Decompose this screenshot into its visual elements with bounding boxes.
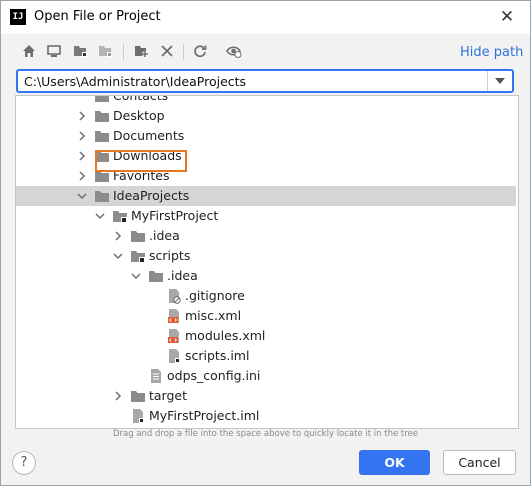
new-folder-icon[interactable] [132, 42, 150, 60]
xml-file-icon [166, 308, 182, 324]
desktop-icon[interactable] [45, 42, 63, 60]
tree-row-label: .idea [149, 228, 180, 243]
help-button[interactable]: ? [12, 451, 36, 475]
open-file-dialog: IJ Open File or Project ✕ Hide path C:\U… [0, 0, 531, 486]
folder-icon [94, 128, 110, 144]
iml-file-icon [166, 348, 182, 364]
project-folder-icon[interactable] [71, 42, 89, 60]
file-tree[interactable]: Contacts Desktop Documents Downloads Favorit… [15, 95, 519, 429]
path-input[interactable]: C:\Users\Administrator\IdeaProjects [24, 74, 246, 89]
toolbar-separator [183, 44, 184, 60]
tree-row[interactable]: Desktop [16, 106, 516, 126]
folder-icon [130, 228, 146, 244]
tree-row-label: scripts [149, 248, 191, 263]
tree-row-label: odps_config.ini [167, 368, 261, 383]
home-icon[interactable] [20, 42, 38, 60]
tree-row-label: Desktop [113, 108, 165, 123]
chevron-down-icon[interactable] [94, 209, 106, 223]
tree-row[interactable]: odps_config.ini [16, 366, 516, 386]
tree-row[interactable]: Favorites [16, 166, 516, 186]
tree-row[interactable]: scripts [16, 246, 516, 266]
tree-row-label: MyFirstProject.iml [149, 408, 260, 423]
tree-row[interactable]: MyFirstProject.iml [16, 406, 516, 426]
iml-file-icon [130, 408, 146, 424]
cancel-button[interactable]: Cancel [443, 450, 516, 475]
dialog-title: Open File or Project [34, 9, 161, 24]
ok-button[interactable]: OK [359, 450, 430, 475]
tree-row-label: modules.xml [185, 328, 266, 343]
tree-row-label: target [149, 388, 188, 403]
delete-icon[interactable] [158, 42, 176, 60]
folder-icon [130, 388, 146, 404]
project-folder-icon [130, 248, 146, 264]
chevron-right-icon[interactable] [76, 169, 88, 183]
tree-row[interactable]: .gitignore [16, 286, 516, 306]
drag-drop-hint: Drag and drop a file into the space abov… [112, 429, 418, 439]
tree-row[interactable]: Downloads [16, 146, 516, 166]
show-hidden-icon[interactable] [225, 42, 243, 60]
tree-row-label: Contacts [113, 95, 169, 103]
gitignore-file-icon [166, 288, 182, 304]
title-bar: IJ Open File or Project ✕ [1, 1, 530, 34]
folder-icon [94, 96, 110, 104]
xml-file-icon [166, 328, 182, 344]
chevron-down-icon[interactable] [487, 71, 512, 91]
tree-row[interactable]: IdeaProjects [16, 186, 516, 206]
tree-row[interactable]: modules.xml [16, 326, 516, 346]
chevron-right-icon[interactable] [112, 389, 124, 403]
scripts-highlight-box [95, 150, 187, 172]
tree-row[interactable]: Documents [16, 126, 516, 146]
refresh-icon[interactable] [191, 42, 209, 60]
chevron-down-icon[interactable] [76, 189, 88, 203]
chevron-down-icon[interactable] [130, 269, 142, 283]
chevron-right-icon[interactable] [112, 229, 124, 243]
tree-row-label: IdeaProjects [113, 188, 190, 203]
project-folder-icon [112, 208, 128, 224]
tree-row-label: scripts.iml [185, 348, 250, 363]
chevron-right-icon[interactable] [76, 109, 88, 123]
path-combobox[interactable]: C:\Users\Administrator\IdeaProjects [16, 69, 514, 93]
tree-row-label: Documents [113, 128, 185, 143]
toolbar-separator [123, 44, 124, 60]
hide-path-link[interactable]: Hide path [460, 45, 523, 60]
chevron-right-icon[interactable] [76, 149, 88, 163]
close-icon[interactable]: ✕ [497, 7, 517, 27]
chevron-right-icon[interactable] [76, 129, 88, 143]
tree-row[interactable]: MyFirstProject [16, 206, 516, 226]
tree-row-label: MyFirstProject [131, 208, 219, 223]
tree-row-label: .gitignore [185, 288, 245, 303]
tree-row[interactable]: Contacts [16, 95, 516, 106]
tree-row[interactable]: .idea [16, 266, 516, 286]
folder-icon [94, 188, 110, 204]
tree-row-label: .idea [167, 268, 198, 283]
text-file-icon [148, 368, 164, 384]
folder-icon [148, 268, 164, 284]
tree-row[interactable]: target [16, 386, 516, 406]
tree-row[interactable]: scripts.iml [16, 346, 516, 366]
toolbar: Hide path [1, 37, 530, 67]
chevron-down-icon[interactable] [112, 249, 124, 263]
folder-icon [94, 108, 110, 124]
module-folder-icon[interactable] [96, 42, 114, 60]
app-logo-icon: IJ [10, 9, 26, 25]
tree-row-label: misc.xml [185, 308, 242, 323]
tree-row[interactable]: .idea [16, 226, 516, 246]
tree-row[interactable]: misc.xml [16, 306, 516, 326]
